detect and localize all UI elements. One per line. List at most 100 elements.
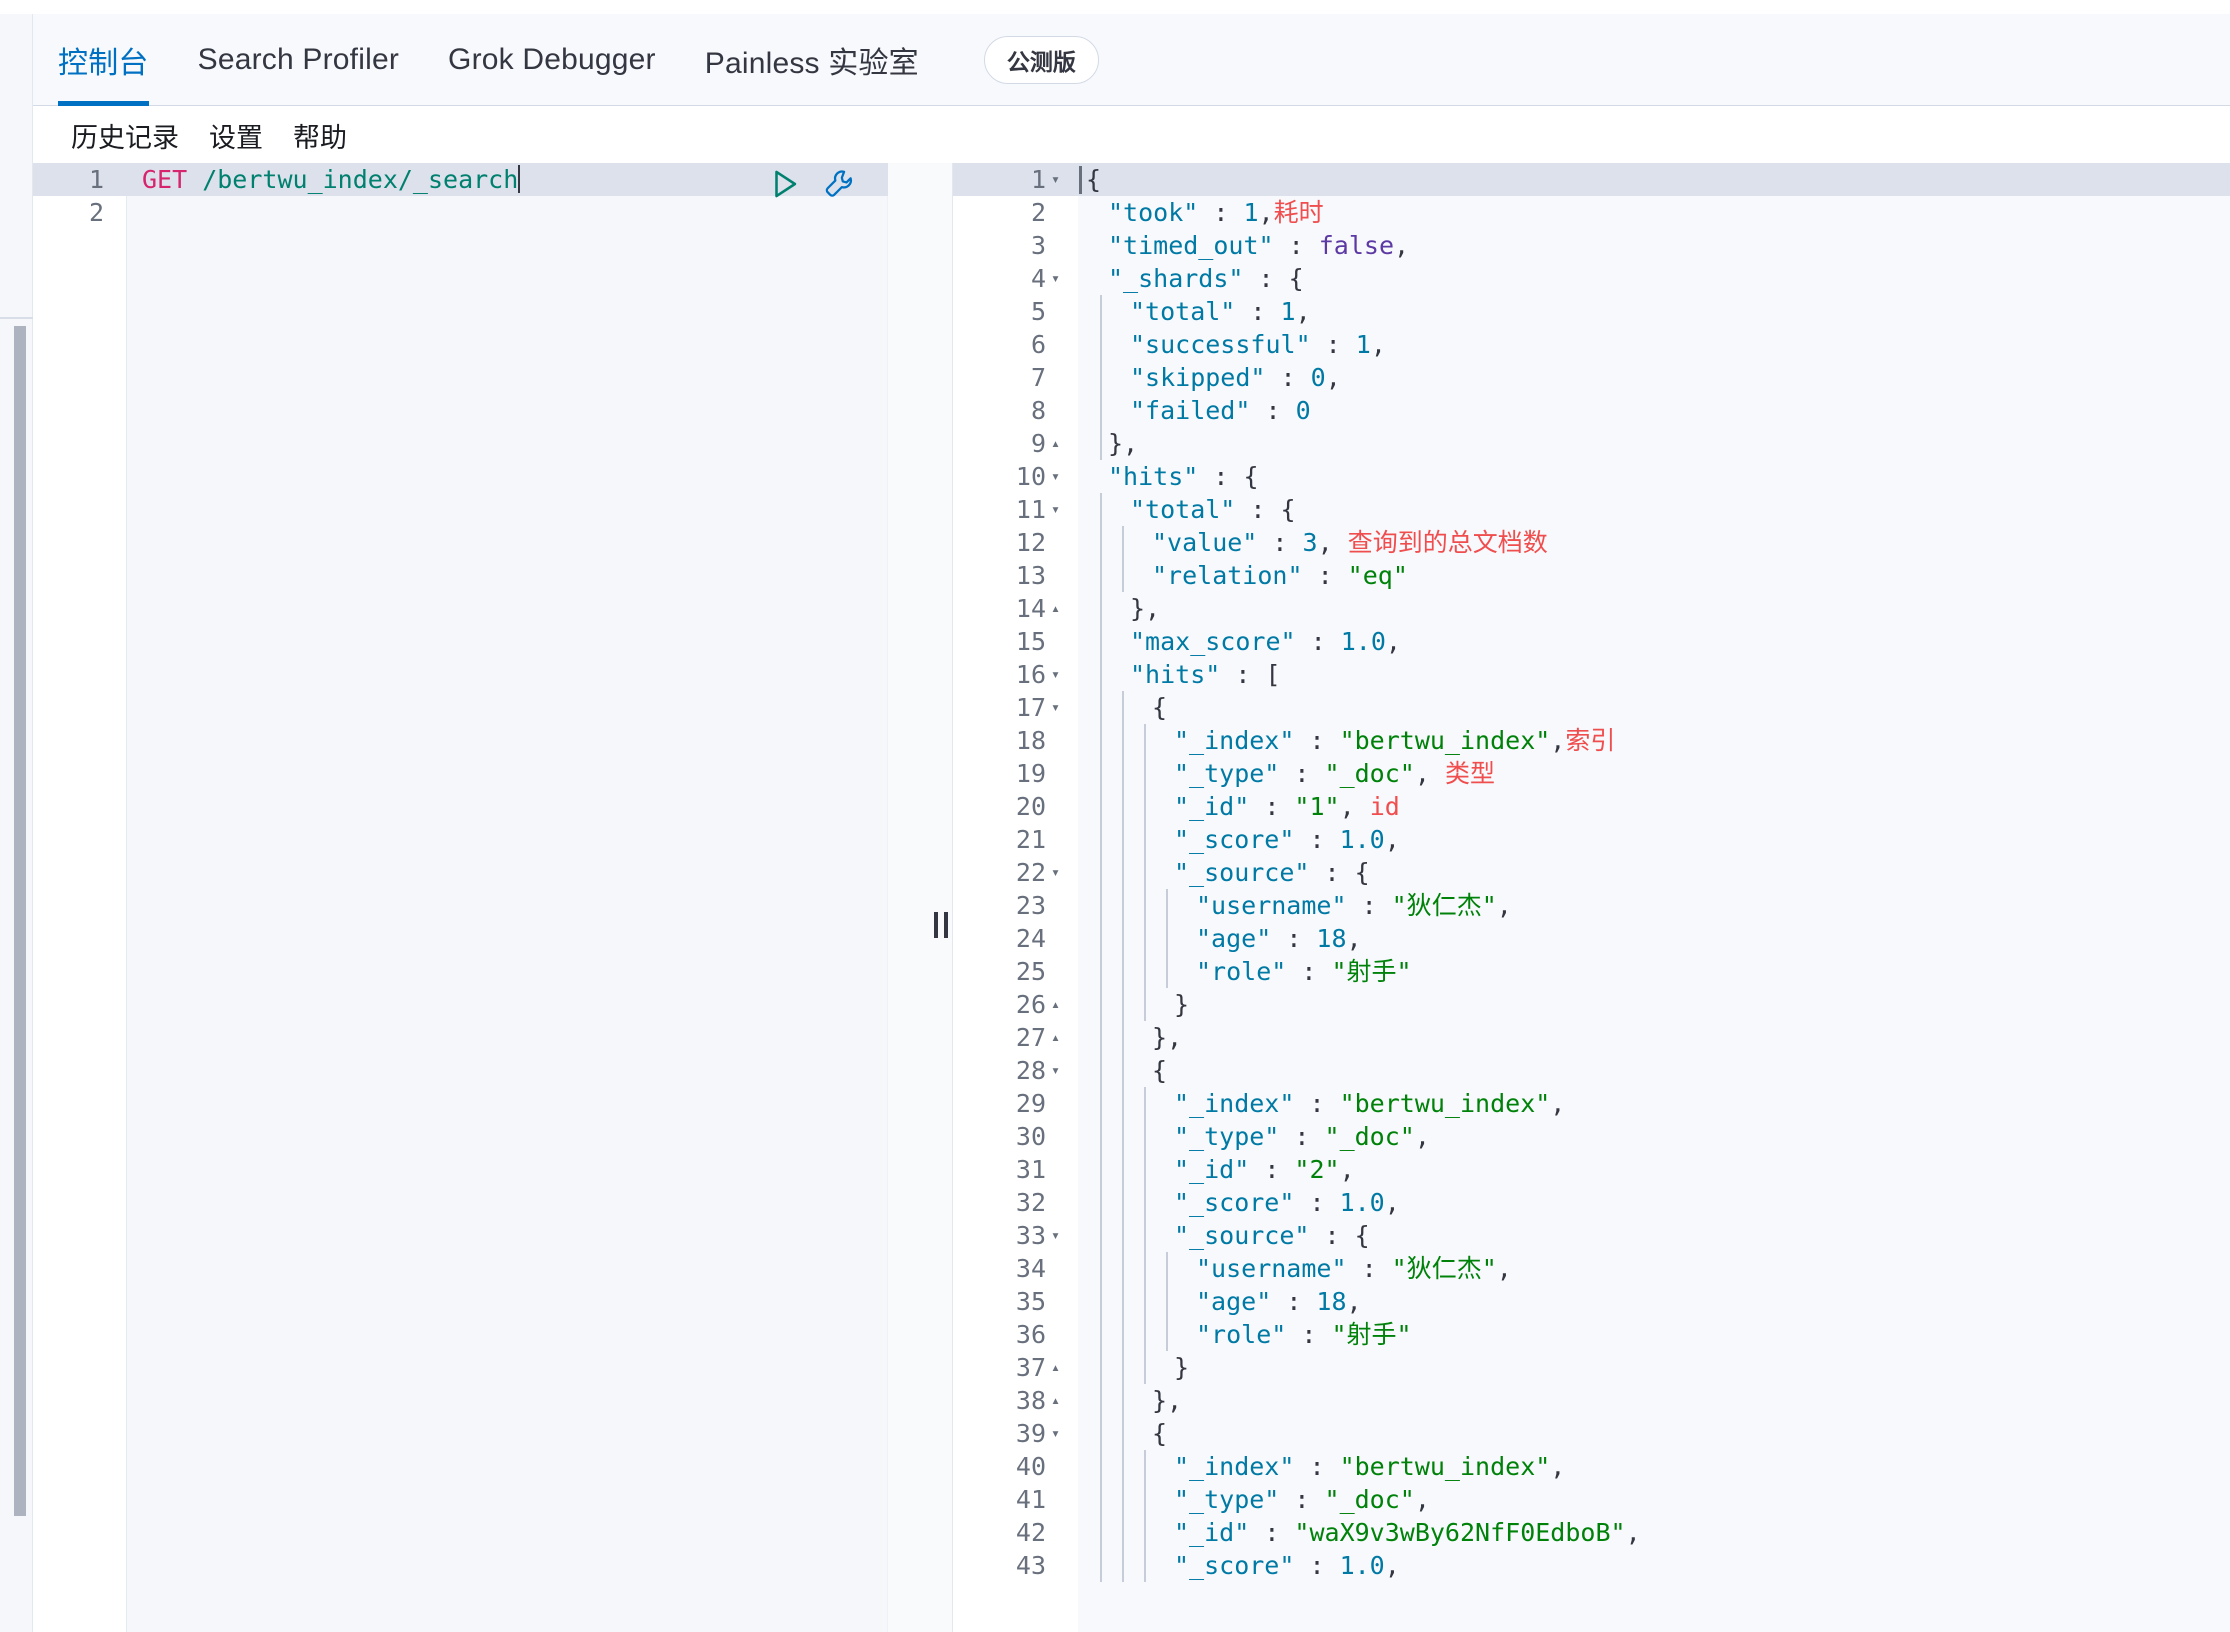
fold-toggle-icon[interactable]: ▴ xyxy=(1051,592,1069,625)
response-line[interactable]: 15 "max_score" : 1.0, xyxy=(953,625,2230,658)
response-line-code: "_score" : 1.0, xyxy=(1078,1186,1400,1219)
json-token-p: , xyxy=(1384,1188,1400,1217)
pane-splitter[interactable] xyxy=(888,163,953,1632)
submenu-item-2[interactable]: 设置 xyxy=(209,116,263,155)
response-editor-pane[interactable]: 1 ▾{2 "took" : 1,耗时 3 "timed_out" : false, 4 ▾… xyxy=(953,163,2230,1632)
fold-toggle-icon[interactable]: ▴ xyxy=(1051,1351,1069,1384)
response-line[interactable]: 1 ▾ { xyxy=(953,163,2230,196)
submenu-item-1[interactable]: 历史记录 xyxy=(71,116,179,155)
response-line[interactable]: 21 "_score" : 1.0, xyxy=(953,823,2230,856)
json-token-k: "failed" xyxy=(1130,396,1251,425)
response-line[interactable]: 11 ▾ "total" : { xyxy=(953,493,2230,526)
response-line[interactable]: 20 "_id" : "1", id xyxy=(953,790,2230,823)
response-line[interactable]: 23 "username" : "狄仁杰", xyxy=(953,889,2230,922)
response-line-code: { xyxy=(1078,1054,1167,1087)
tab-1[interactable]: 控制台 xyxy=(58,14,149,106)
fold-toggle-icon[interactable]: ▾ xyxy=(1051,856,1069,889)
response-line[interactable]: 32 "_score" : 1.0, xyxy=(953,1186,2230,1219)
wrench-icon[interactable] xyxy=(822,167,856,201)
response-line[interactable]: 4 ▾ "_shards" : { xyxy=(953,262,2230,295)
response-line-code: }, xyxy=(1078,1384,1182,1417)
response-line[interactable]: 16 ▾ "hits" : [ xyxy=(953,658,2230,691)
tab-4[interactable]: Painless 实验室 xyxy=(705,14,919,106)
fold-toggle-icon[interactable]: ▾ xyxy=(1051,460,1069,493)
request-line[interactable]: 1 GET /bertwu_index/_search xyxy=(33,163,888,196)
json-token-k: "value" xyxy=(1152,528,1258,557)
fold-toggle-icon[interactable]: ▾ xyxy=(1051,1219,1069,1252)
json-token-p: : xyxy=(1346,891,1392,920)
fold-toggle-icon[interactable]: ▾ xyxy=(1051,262,1069,295)
response-line[interactable]: 40 "_index" : "bertwu_index", xyxy=(953,1450,2230,1483)
json-token-p: : xyxy=(1294,1551,1340,1580)
response-line[interactable]: 28 ▾ { xyxy=(953,1054,2230,1087)
response-line[interactable]: 31 "_id" : "2", xyxy=(953,1153,2230,1186)
json-token-p: : xyxy=(1249,1518,1295,1547)
response-line[interactable]: 24 "age" : 18, xyxy=(953,922,2230,955)
response-line-number: 11 xyxy=(1015,495,1046,524)
response-line[interactable]: 27 ▴}, xyxy=(953,1021,2230,1054)
response-line[interactable]: 3 "timed_out" : false, xyxy=(953,229,2230,262)
request-editor-pane[interactable]: 1 GET /bertwu_index/_search 2 xyxy=(33,163,888,1632)
fold-toggle-icon[interactable]: ▾ xyxy=(1051,1417,1069,1450)
fold-toggle-icon[interactable]: ▾ xyxy=(1051,163,1069,196)
response-line[interactable]: 42 "_id" : "waX9v3wBy62NfF0EdboB", xyxy=(953,1516,2230,1549)
response-line[interactable]: 22 ▾ "_source" : { xyxy=(953,856,2230,889)
response-line-number: 15 xyxy=(1015,627,1046,656)
fold-toggle-icon[interactable]: ▴ xyxy=(1051,1384,1069,1417)
response-line[interactable]: 6 "successful" : 1, xyxy=(953,328,2230,361)
json-token-p: : xyxy=(1249,1155,1295,1184)
tab-2[interactable]: Search Profiler xyxy=(198,14,399,106)
response-line-number: 40 xyxy=(1015,1452,1046,1481)
fold-toggle-icon[interactable]: ▴ xyxy=(1051,1021,1069,1054)
response-line[interactable]: 12 "value" : 3, 查询到的总文档数 xyxy=(953,526,2230,559)
response-line[interactable]: 2 "took" : 1,耗时 xyxy=(953,196,2230,229)
fold-toggle-icon[interactable]: ▾ xyxy=(1051,1054,1069,1087)
response-line[interactable]: 33 ▾ "_source" : { xyxy=(953,1219,2230,1252)
play-icon[interactable] xyxy=(768,167,802,201)
response-line[interactable]: 25 "role" : "射手" xyxy=(953,955,2230,988)
json-token-p: : xyxy=(1273,231,1319,260)
submenu-item-3[interactable]: 帮助 xyxy=(293,116,347,155)
response-line[interactable]: 9 ▴}, xyxy=(953,427,2230,460)
response-line-number: 36 xyxy=(1015,1320,1046,1349)
response-line[interactable]: 36 "role" : "射手" xyxy=(953,1318,2230,1351)
response-line[interactable]: 26 ▴} xyxy=(953,988,2230,1021)
response-line-code: "_score" : 1.0, xyxy=(1078,1549,1400,1582)
request-line-number: 1 xyxy=(88,165,104,194)
fold-toggle-icon[interactable]: ▾ xyxy=(1051,493,1069,526)
response-line[interactable]: 39 ▾ { xyxy=(953,1417,2230,1450)
response-line-number: 27 xyxy=(1015,1023,1046,1052)
fold-toggle-icon[interactable]: ▾ xyxy=(1051,691,1069,724)
fold-toggle-icon[interactable]: ▴ xyxy=(1051,988,1069,1021)
fold-toggle-icon[interactable]: ▴ xyxy=(1051,427,1069,460)
fold-toggle-icon[interactable]: ▾ xyxy=(1051,658,1069,691)
request-line[interactable]: 2 xyxy=(33,196,888,229)
response-line[interactable]: 30 "_type" : "_doc", xyxy=(953,1120,2230,1153)
response-line[interactable]: 43 "_score" : 1.0, xyxy=(953,1549,2230,1582)
response-line[interactable]: 41 "_type" : "_doc", xyxy=(953,1483,2230,1516)
response-line[interactable]: 17 ▾ { xyxy=(953,691,2230,724)
tab-label: Search Profiler xyxy=(197,43,400,76)
response-line[interactable]: 37 ▴} xyxy=(953,1351,2230,1384)
response-line[interactable]: 19 "_type" : "_doc", 类型 xyxy=(953,757,2230,790)
response-line[interactable]: 35 "age" : 18, xyxy=(953,1285,2230,1318)
page-scrollbar-thumb[interactable] xyxy=(14,326,26,1516)
json-token-p: : { xyxy=(1235,495,1296,524)
response-line[interactable]: 7 "skipped" : 0, xyxy=(953,361,2230,394)
response-line-code: "_index" : "bertwu_index", xyxy=(1078,1450,1565,1483)
json-token-n: 18 xyxy=(1316,924,1347,953)
response-line[interactable]: 8 "failed" : 0 xyxy=(953,394,2230,427)
response-line[interactable]: 34 "username" : "狄仁杰", xyxy=(953,1252,2230,1285)
response-line-number: 14 xyxy=(1015,594,1046,623)
response-line[interactable]: 14 ▴}, xyxy=(953,592,2230,625)
response-line[interactable]: 10 ▾ "hits" : { xyxy=(953,460,2230,493)
response-line[interactable]: 18 "_index" : "bertwu_index",索引 xyxy=(953,724,2230,757)
response-line[interactable]: 29 "_index" : "bertwu_index", xyxy=(953,1087,2230,1120)
json-token-s: "_doc" xyxy=(1324,1485,1415,1514)
response-line[interactable]: 38 ▴}, xyxy=(953,1384,2230,1417)
json-token-k: "_index" xyxy=(1174,726,1295,755)
response-line[interactable]: 13 "relation" : "eq" xyxy=(953,559,2230,592)
response-line[interactable]: 5 "total" : 1, xyxy=(953,295,2230,328)
splitter-grip-handle[interactable] xyxy=(934,912,950,938)
tab-3[interactable]: Grok Debugger xyxy=(448,14,656,106)
